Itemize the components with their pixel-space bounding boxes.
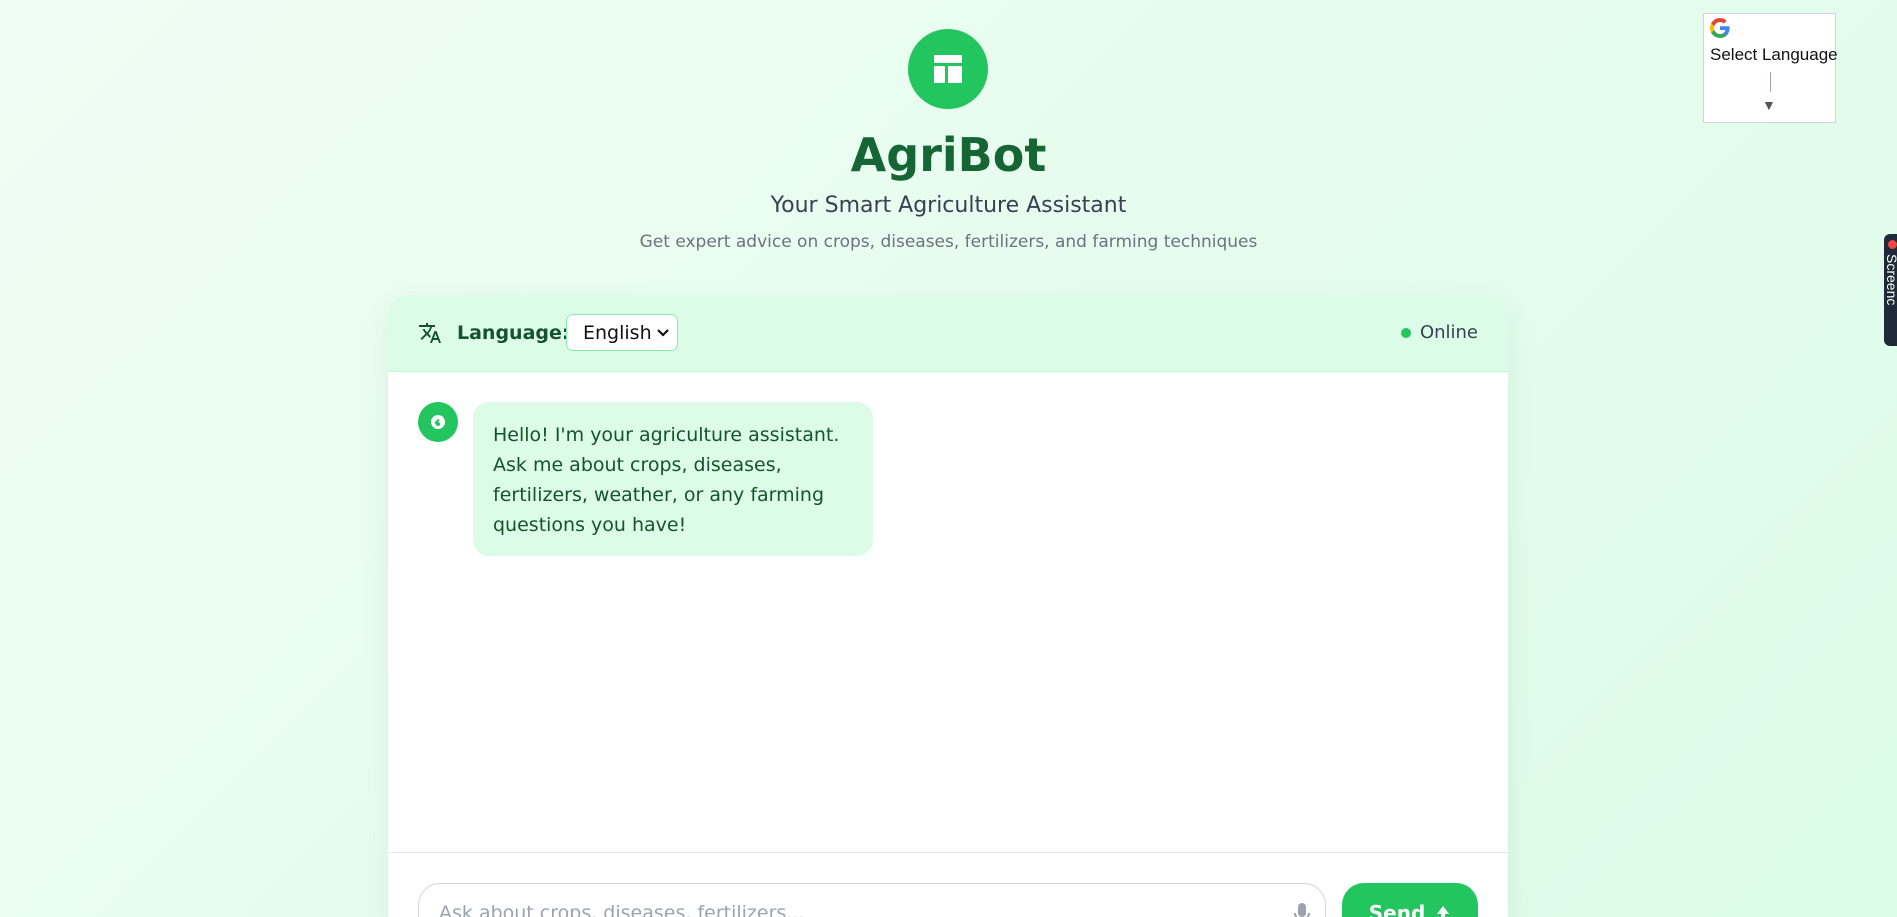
language-label: Language: xyxy=(457,322,570,344)
google-translate-widget[interactable]: Select Language ▼ xyxy=(1703,13,1838,123)
chat-input-placeholder: Ask about crops, diseases, fertilizers..… xyxy=(439,902,805,917)
chat-header: Language: English Online xyxy=(388,295,1508,372)
send-arrow-icon xyxy=(1435,901,1451,917)
bot-avatar-icon xyxy=(418,402,458,442)
app-title: AgriBot xyxy=(850,128,1047,182)
send-label: Send xyxy=(1368,901,1426,917)
widget-divider xyxy=(1770,72,1771,92)
chat-input-row: Ask about crops, diseases, fertilizers..… xyxy=(388,852,1508,917)
microphone-icon[interactable] xyxy=(1293,902,1311,917)
language-selected-value: English xyxy=(583,321,652,344)
screencast-side-tab[interactable]: Screenc xyxy=(1884,234,1897,346)
chevron-down-icon xyxy=(655,323,671,345)
app-subtitle: Your Smart Agriculture Assistant xyxy=(770,193,1127,218)
status-text: Online xyxy=(1419,322,1478,343)
chat-card: Language: English Online Hello! I'm your… xyxy=(388,295,1508,917)
app-tagline: Get expert advice on crops, diseases, fe… xyxy=(639,232,1258,252)
message-list: Hello! I'm your agriculture assistant. A… xyxy=(388,372,1508,848)
logo-icon xyxy=(908,29,988,109)
side-tab-label: Screenc xyxy=(1884,254,1897,306)
record-dot-icon xyxy=(1888,240,1897,249)
chat-input[interactable]: Ask about crops, diseases, fertilizers..… xyxy=(418,883,1326,917)
send-button[interactable]: Send xyxy=(1342,883,1478,917)
select-language-label: Select Language xyxy=(1710,45,1838,64)
language-select[interactable]: English xyxy=(566,314,678,351)
translate-icon xyxy=(418,321,442,349)
online-dot-icon xyxy=(1400,327,1411,338)
bot-message-bubble: Hello! I'm your agriculture assistant. A… xyxy=(473,402,873,556)
status-indicator: Online xyxy=(1400,322,1478,343)
dropdown-arrow-icon[interactable]: ▼ xyxy=(1762,97,1776,113)
google-g-icon xyxy=(1708,16,1732,45)
